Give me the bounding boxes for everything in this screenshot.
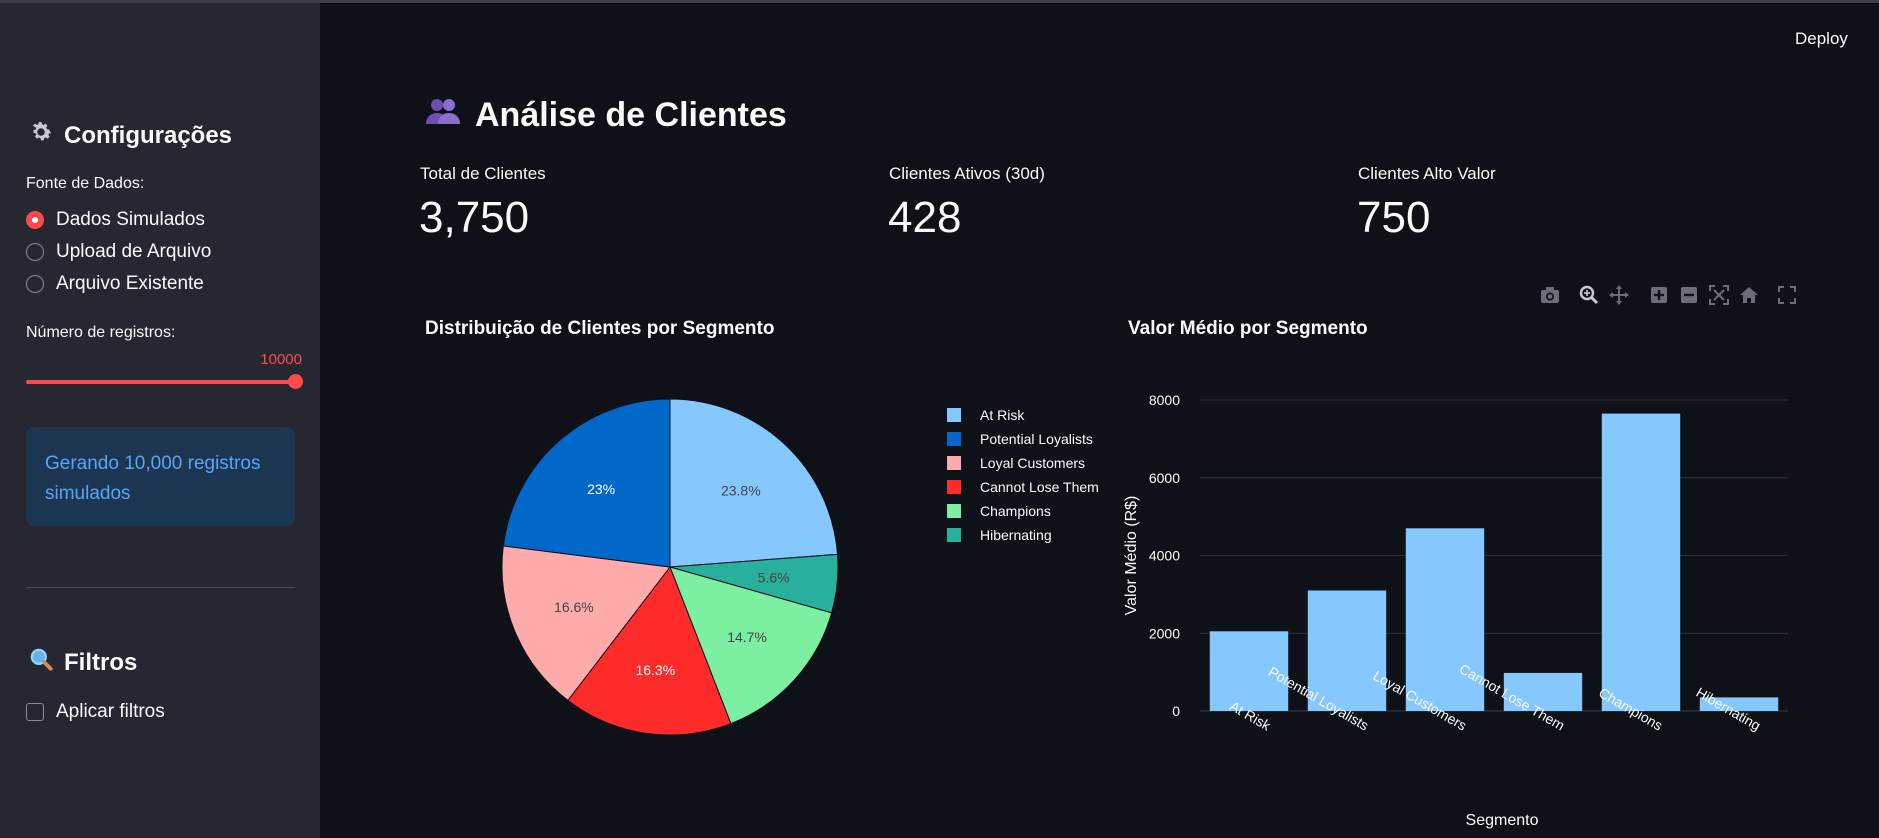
page-title-text: Análise de Clientes — [475, 96, 787, 134]
legend-item-label[interactable]: Cannot Lose Them — [980, 479, 1099, 495]
pie-chart[interactable]: 23.8% 5.6% 14.7% 16.3% 16.6% 23% At Risk Potent… — [470, 370, 1130, 770]
records-slider-track[interactable] — [26, 380, 295, 384]
fullscreen-icon[interactable] — [1776, 284, 1798, 306]
pan-icon[interactable] — [1608, 284, 1630, 306]
gear-icon — [28, 119, 54, 152]
legend-swatch[interactable] — [947, 480, 961, 494]
autoscale-icon[interactable] — [1708, 284, 1730, 306]
legend-swatch[interactable] — [947, 528, 961, 542]
records-label: Número de registros: — [26, 324, 176, 341]
metric-value: 750 — [1357, 193, 1431, 242]
config-title: Configurações — [64, 121, 233, 149]
records-slider-thumb[interactable] — [288, 374, 303, 389]
radio-dot[interactable] — [26, 275, 44, 293]
legend-swatch[interactable] — [947, 456, 961, 470]
zoom-out-icon[interactable] — [1678, 284, 1700, 306]
magnifier-icon — [28, 646, 54, 679]
metric-label: Clientes Alto Valor — [1358, 164, 1496, 183]
checkbox-box[interactable] — [26, 703, 44, 721]
info-alert: Gerando 10,000 registros simulados — [26, 427, 295, 526]
bar-chart[interactable]: 02000400060008000At RiskPotential Loyali… — [1120, 370, 1879, 838]
zoom-icon[interactable] — [1578, 284, 1600, 306]
bar-loyal-customers[interactable] — [1405, 528, 1485, 711]
pie-data-label: 16.3% — [635, 662, 675, 678]
x-axis-title: Segmento — [1466, 812, 1539, 829]
radio-selected-dot[interactable] — [26, 211, 44, 229]
radio-upload-arquivo[interactable]: Upload de Arquivo — [26, 241, 211, 263]
y-tick-label: 2000 — [1149, 625, 1180, 641]
pie-data-label: 16.6% — [554, 599, 594, 615]
config-heading: Configurações — [28, 119, 232, 152]
sidebar-divider — [26, 587, 295, 588]
y-axis-title: Valor Médio (R$) — [1123, 496, 1140, 616]
y-tick-label: 6000 — [1149, 470, 1180, 486]
zoom-in-icon[interactable] — [1648, 284, 1670, 306]
metric-value: 428 — [888, 193, 962, 242]
metric-value: 3,750 — [419, 193, 530, 242]
radio-label: Dados Simulados — [56, 209, 205, 230]
home-icon[interactable] — [1738, 284, 1760, 306]
radio-dados-simulados[interactable]: Dados Simulados — [26, 209, 205, 231]
pie-data-label: 5.6% — [758, 569, 790, 585]
radio-label: Upload de Arquivo — [56, 241, 212, 262]
pie-chart-title: Distribuição de Clientes por Segmento — [425, 318, 775, 339]
info-text: Gerando 10,000 registros simulados — [45, 453, 261, 504]
slider-value: 10000 — [260, 351, 302, 368]
pie-data-label: 14.7% — [727, 629, 767, 645]
legend-item-label[interactable]: Potential Loyalists — [980, 431, 1093, 447]
deploy-button[interactable]: Deploy — [1795, 29, 1848, 49]
source-label: Fonte de Dados: — [26, 175, 145, 192]
pie-data-label: 23.8% — [721, 483, 761, 499]
users-icon — [425, 96, 461, 135]
camera-icon[interactable] — [1539, 284, 1561, 306]
radio-arquivo-existente[interactable]: Arquivo Existente — [26, 273, 204, 295]
metric-label: Clientes Ativos (30d) — [889, 164, 1045, 183]
legend-item-label[interactable]: Loyal Customers — [980, 455, 1085, 471]
filters-heading: Filtros — [28, 646, 137, 679]
legend-swatch[interactable] — [947, 432, 961, 446]
sidebar: Configurações Fonte de Dados: Dados Simu… — [0, 3, 320, 838]
pie-data-label: 23% — [587, 481, 615, 497]
legend-item-label[interactable]: Champions — [980, 503, 1051, 519]
legend-item-label[interactable]: Hibernating — [980, 527, 1052, 543]
radio-label: Arquivo Existente — [56, 273, 204, 294]
page-title: Análise de Clientes — [425, 96, 787, 135]
y-tick-label: 4000 — [1149, 548, 1180, 564]
main-menu-icon[interactable]: ⋮ — [1873, 26, 1879, 47]
legend-swatch[interactable] — [947, 408, 961, 422]
radio-dot[interactable] — [26, 243, 44, 261]
legend-swatch[interactable] — [947, 504, 961, 518]
apply-filters-checkbox[interactable]: Aplicar filtros — [26, 701, 165, 723]
bar-chart-title: Valor Médio por Segmento — [1128, 318, 1368, 339]
legend-item-label[interactable]: At Risk — [980, 407, 1025, 423]
metric-label: Total de Clientes — [420, 164, 546, 183]
y-tick-label: 0 — [1172, 703, 1180, 719]
bar-champions[interactable] — [1601, 413, 1681, 711]
filters-title: Filtros — [64, 648, 138, 676]
y-tick-label: 8000 — [1149, 392, 1180, 408]
checkbox-label: Aplicar filtros — [56, 701, 165, 722]
